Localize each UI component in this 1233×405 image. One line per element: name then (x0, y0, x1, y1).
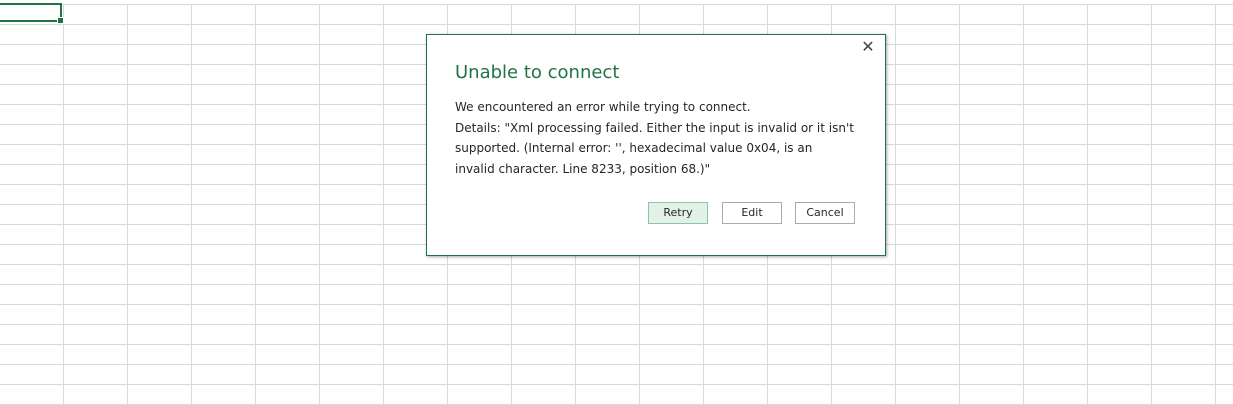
retry-button[interactable]: Retry (648, 202, 708, 224)
close-icon[interactable]: ✕ (859, 38, 877, 56)
edit-button[interactable]: Edit (722, 202, 782, 224)
column-header-edge (0, 0, 1233, 5)
error-dialog: ✕ Unable to connect We encountered an er… (426, 34, 886, 256)
error-details: Details: "Xml processing failed. Either … (455, 120, 854, 176)
error-message: We encountered an error while trying to … (455, 100, 751, 114)
cancel-button[interactable]: Cancel (795, 202, 855, 224)
dialog-title: Unable to connect (455, 62, 620, 83)
active-cell-selection[interactable] (0, 3, 64, 24)
dialog-body: We encountered an error while trying to … (455, 97, 855, 179)
